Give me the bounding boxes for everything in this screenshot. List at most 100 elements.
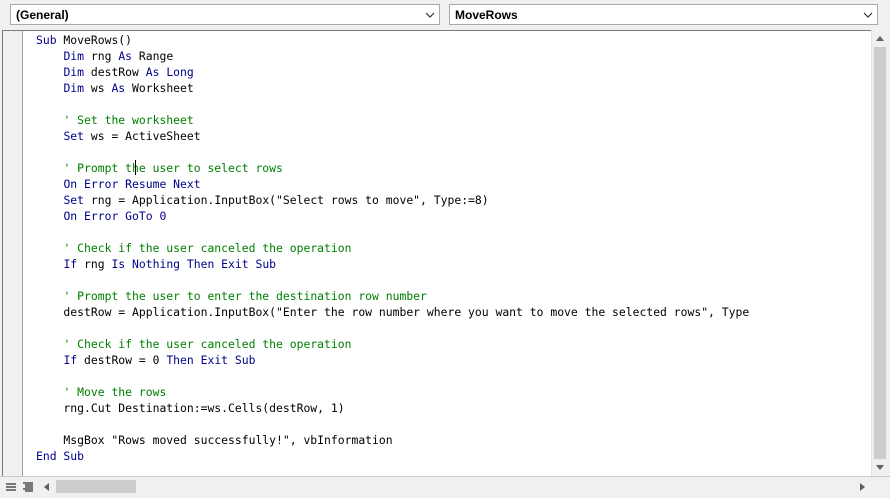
code-line[interactable]: ' Prompt the user to enter the destinati… — [36, 288, 749, 304]
code-line[interactable]: ' Set the worksheet — [36, 112, 749, 128]
code-token: destRow — [84, 65, 146, 79]
code-line[interactable]: If destRow = 0 Then Exit Sub — [36, 352, 749, 368]
horizontal-scroll-thumb[interactable] — [56, 480, 136, 493]
code-line[interactable]: Set ws = ActiveSheet — [36, 128, 749, 144]
vertical-scroll-thumb[interactable] — [874, 47, 886, 459]
code-comment: ' Prompt the user to enter the destinati… — [63, 289, 427, 303]
code-token: rng = Application.InputBox("Select rows … — [84, 193, 489, 207]
code-line[interactable]: destRow = Application.InputBox("Enter th… — [36, 304, 749, 320]
procedure-view-icon[interactable] — [3, 479, 19, 495]
code-token: rng.Cut Destination:=ws.Cells(destRow, 1… — [36, 401, 345, 415]
code-keyword: Long — [166, 65, 194, 79]
code-editor[interactable]: Sub MoveRows() Dim rng As Range Dim dest… — [2, 30, 871, 476]
horizontal-scrollbar[interactable] — [38, 477, 871, 497]
code-line[interactable]: End Sub — [36, 448, 749, 464]
scroll-left-arrow-icon[interactable] — [38, 477, 55, 497]
full-module-view-icon[interactable] — [20, 479, 36, 495]
code-keyword: On Error Resume Next — [63, 177, 201, 191]
code-line[interactable] — [36, 272, 749, 288]
code-token: rng — [84, 49, 119, 63]
code-token: ws = ActiveSheet — [84, 129, 201, 143]
code-token: destRow = Application.InputBox("Enter th… — [36, 305, 750, 319]
scroll-up-arrow-icon[interactable] — [872, 30, 888, 47]
code-keyword: If — [63, 353, 78, 367]
text-caret — [135, 160, 136, 175]
code-keyword: Is Nothing Then Exit Sub — [111, 257, 277, 271]
code-line[interactable]: ' Check if the user canceled the operati… — [36, 240, 749, 256]
code-text[interactable]: Sub MoveRows() Dim rng As Range Dim dest… — [36, 32, 749, 464]
procedure-dropdown-value: MoveRows — [455, 8, 518, 22]
code-comment: ' Set the worksheet — [63, 113, 194, 127]
code-line[interactable] — [36, 320, 749, 336]
code-line[interactable]: On Error GoTo 0 — [36, 208, 749, 224]
code-line[interactable]: ' Check if the user canceled the operati… — [36, 336, 749, 352]
code-comment: ' Prompt the user to select rows — [63, 161, 283, 175]
code-comment: ' Check if the user canceled the operati… — [63, 241, 352, 255]
scrollbar-corner — [871, 477, 890, 497]
code-keyword: Set — [63, 129, 85, 143]
code-line[interactable] — [36, 416, 749, 432]
chevron-down-icon[interactable] — [421, 5, 439, 24]
code-keyword: Dim — [63, 49, 85, 63]
scroll-right-arrow-icon[interactable] — [854, 477, 871, 497]
code-line[interactable]: On Error Resume Next — [36, 176, 749, 192]
code-keyword: As — [111, 81, 126, 95]
code-line[interactable]: Sub MoveRows() — [36, 32, 749, 48]
code-line[interactable]: Dim rng As Range — [36, 48, 749, 64]
editor-bottom-bar — [0, 476, 890, 498]
code-keyword: As — [145, 65, 160, 79]
margin-indicator-bar[interactable] — [3, 31, 23, 476]
code-keyword: Dim — [63, 65, 85, 79]
code-keyword: Then Exit Sub — [166, 353, 256, 367]
code-line[interactable]: If rng Is Nothing Then Exit Sub — [36, 256, 749, 272]
code-keyword: Dim — [63, 81, 85, 95]
code-comment: ' Move the rows — [63, 385, 167, 399]
code-line[interactable]: ' Move the rows — [36, 384, 749, 400]
code-token: MsgBox "Rows moved successfully!", vbInf… — [36, 433, 393, 447]
code-keyword: On Error GoTo 0 — [63, 209, 167, 223]
code-keyword: As — [118, 49, 133, 63]
code-token: rng — [77, 257, 112, 271]
code-token: MoveRows() — [56, 33, 133, 47]
object-dropdown-value: (General) — [16, 8, 69, 22]
code-line[interactable] — [36, 224, 749, 240]
vertical-scrollbar[interactable] — [871, 30, 888, 476]
code-line[interactable]: ' Prompt the user to select rows — [36, 160, 749, 176]
object-dropdown[interactable]: (General) — [10, 4, 440, 25]
code-line[interactable]: MsgBox "Rows moved successfully!", vbInf… — [36, 432, 749, 448]
code-line[interactable]: Dim ws As Worksheet — [36, 80, 749, 96]
code-line[interactable] — [36, 368, 749, 384]
code-keyword: End Sub — [36, 449, 85, 463]
code-keyword: Set — [63, 193, 85, 207]
code-token: Worksheet — [125, 81, 194, 95]
code-token: destRow = 0 — [77, 353, 167, 367]
chevron-down-icon[interactable] — [859, 5, 877, 24]
scroll-down-arrow-icon[interactable] — [872, 459, 888, 476]
code-keyword: Sub — [36, 33, 57, 47]
code-token: ws — [84, 81, 112, 95]
procedure-dropdown[interactable]: MoveRows — [449, 4, 878, 25]
code-keyword: If — [63, 257, 78, 271]
code-comment: ' Check if the user canceled the operati… — [63, 337, 352, 351]
code-line[interactable] — [36, 144, 749, 160]
code-line[interactable]: Dim destRow As Long — [36, 64, 749, 80]
code-token: Range — [132, 49, 174, 63]
code-line[interactable]: Set rng = Application.InputBox("Select r… — [36, 192, 749, 208]
code-line[interactable]: rng.Cut Destination:=ws.Cells(destRow, 1… — [36, 400, 749, 416]
code-line[interactable] — [36, 96, 749, 112]
